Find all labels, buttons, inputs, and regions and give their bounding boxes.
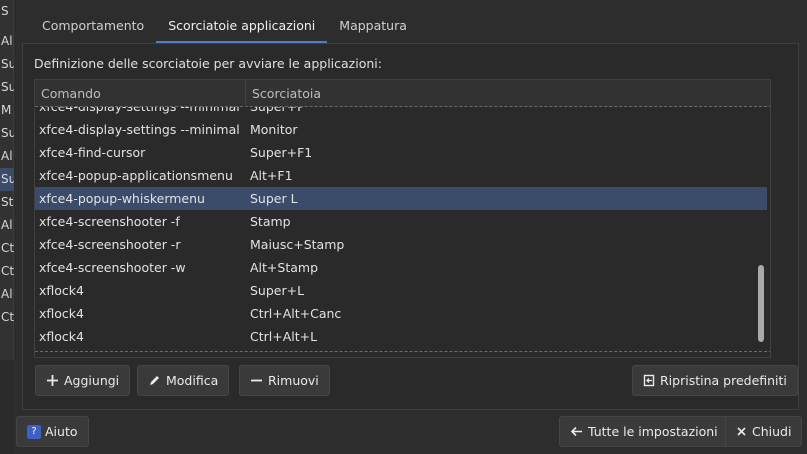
sidebar-item[interactable]: Ct [0, 260, 14, 283]
scrollbar-thumb[interactable] [758, 265, 764, 342]
shortcut-cell: Alt+F1 [250, 168, 293, 183]
table-bottom-border [35, 351, 770, 357]
keyboard-settings-dialog: Comportamento Scorciatoie applicazioni M… [14, 0, 807, 454]
sidebar-item[interactable]: S [0, 0, 14, 23]
sidebar-item[interactable]: Al [0, 283, 14, 306]
reset-defaults-button[interactable]: Ripristina predefiniti [632, 365, 798, 396]
sidebar-item[interactable]: St [0, 191, 14, 214]
command-cell: xfce4-display-settings --minimal [39, 122, 240, 137]
help-icon: ? [27, 424, 41, 439]
add-button[interactable]: Aggiungi [35, 365, 131, 396]
minus-icon [250, 374, 263, 387]
shortcut-cell: Ctrl+Alt+L [250, 329, 318, 344]
command-cell: xflock4 [39, 306, 84, 321]
close-icon [736, 426, 747, 437]
reset-defaults-button-label: Ripristina predefiniti [660, 373, 787, 388]
shortcut-cell: Ctrl+Alt+Canc [250, 306, 342, 321]
sidebar-item[interactable]: Ct [0, 237, 14, 260]
add-button-label: Aggiungi [64, 373, 120, 388]
sidebar-item[interactable]: Su [0, 76, 14, 99]
restore-icon [643, 374, 655, 387]
sidebar-item[interactable]: Su [0, 122, 14, 145]
shortcut-cell: Stamp [250, 214, 291, 229]
shortcut-cell: Super L [250, 191, 298, 206]
shortcut-cell: Super+L [250, 283, 305, 298]
all-settings-button-label: Tutte le impostazioni [588, 424, 718, 439]
table-row[interactable]: xflock4 Ctrl+Alt+Canc [35, 302, 767, 325]
close-button[interactable]: Chiudi [725, 416, 803, 447]
tab-scorciatoie-applicazioni[interactable]: Scorciatoie applicazioni [156, 10, 328, 43]
sidebar-item[interactable]: Ct [0, 306, 14, 329]
command-cell: xfce4-popup-whiskermenu [39, 191, 205, 206]
table-header: Comando Scorciatoia [35, 80, 770, 107]
edit-button[interactable]: Modifica [137, 365, 230, 396]
table-row[interactable]: xfce4-popup-whiskermenu Super L [35, 187, 767, 210]
command-cell: xfce4-find-cursor [39, 145, 146, 160]
table-row[interactable]: xfce4-popup-applicationsmenu Alt+F1 [35, 164, 767, 187]
shortcuts-table: xfce4-display-settings --minimalSuper+Px… [34, 79, 771, 358]
command-cell: xfce4-screenshooter -f [39, 214, 180, 229]
remove-button[interactable]: Rimuovi [239, 365, 330, 396]
all-settings-button[interactable]: Tutte le impostazioni [559, 416, 729, 447]
command-cell: xflock4 [39, 283, 84, 298]
description-label: Definizione delle scorciatoie per avviar… [34, 56, 382, 71]
table-row[interactable]: xflock4 Super+L [35, 279, 767, 302]
command-cell: xfce4-screenshooter -r [39, 237, 181, 252]
sidebar-item[interactable]: Al [0, 145, 14, 168]
command-cell: xfce4-screenshooter -w [39, 260, 186, 275]
remove-button-label: Rimuovi [268, 373, 319, 388]
tab-mappatura[interactable]: Mappatura [327, 10, 419, 43]
shortcut-cell: Alt+Stamp [250, 260, 319, 275]
column-header-shortcut[interactable]: Scorciatoia [246, 80, 746, 107]
close-button-label: Chiudi [752, 424, 792, 439]
command-cell: xflock4 [39, 329, 84, 344]
vertical-scrollbar[interactable] [756, 110, 766, 354]
shortcut-cell: Super+F1 [250, 145, 313, 160]
sidebar-item[interactable]: Su [0, 53, 14, 76]
sidebar-item[interactable]: Al [0, 214, 14, 237]
table-row[interactable]: xflock4 Ctrl+Alt+L [35, 325, 767, 348]
table-row[interactable]: xfce4-screenshooter -w Alt+Stamp [35, 256, 767, 279]
plus-icon [46, 374, 59, 387]
help-button-label: Aiuto [45, 424, 78, 439]
sidebar: S Al Su Su M Su Al Su St Al Ct Ct Al Ct [0, 0, 14, 360]
edit-button-label: Modifica [166, 373, 219, 388]
column-header-command[interactable]: Comando [35, 80, 246, 107]
help-button[interactable]: ? Aiuto [16, 416, 89, 447]
pencil-icon [148, 374, 161, 387]
table-row[interactable]: xfce4-screenshooter -f Stamp [35, 210, 767, 233]
command-cell: xfce4-popup-applicationsmenu [39, 168, 233, 183]
shortcut-cell: Maiusc+Stamp [250, 237, 345, 252]
tab-bar: Comportamento Scorciatoie applicazioni M… [30, 10, 419, 43]
tab-comportamento[interactable]: Comportamento [30, 10, 156, 43]
shortcut-cell: Monitor [250, 122, 298, 137]
table-row[interactable]: xfce4-screenshooter -r Maiusc+Stamp [35, 233, 767, 256]
table-row[interactable]: xfce4-display-settings --minimal Monitor [35, 118, 767, 141]
sidebar-item[interactable]: Al [0, 30, 14, 53]
sidebar-item[interactable]: M [0, 99, 14, 122]
table-rows: xfce4-display-settings --minimalSuper+Px… [35, 95, 767, 348]
table-row[interactable]: xfce4-find-cursor Super+F1 [35, 141, 767, 164]
sidebar-item[interactable]: Su [0, 168, 14, 191]
arrow-left-icon [570, 425, 583, 438]
